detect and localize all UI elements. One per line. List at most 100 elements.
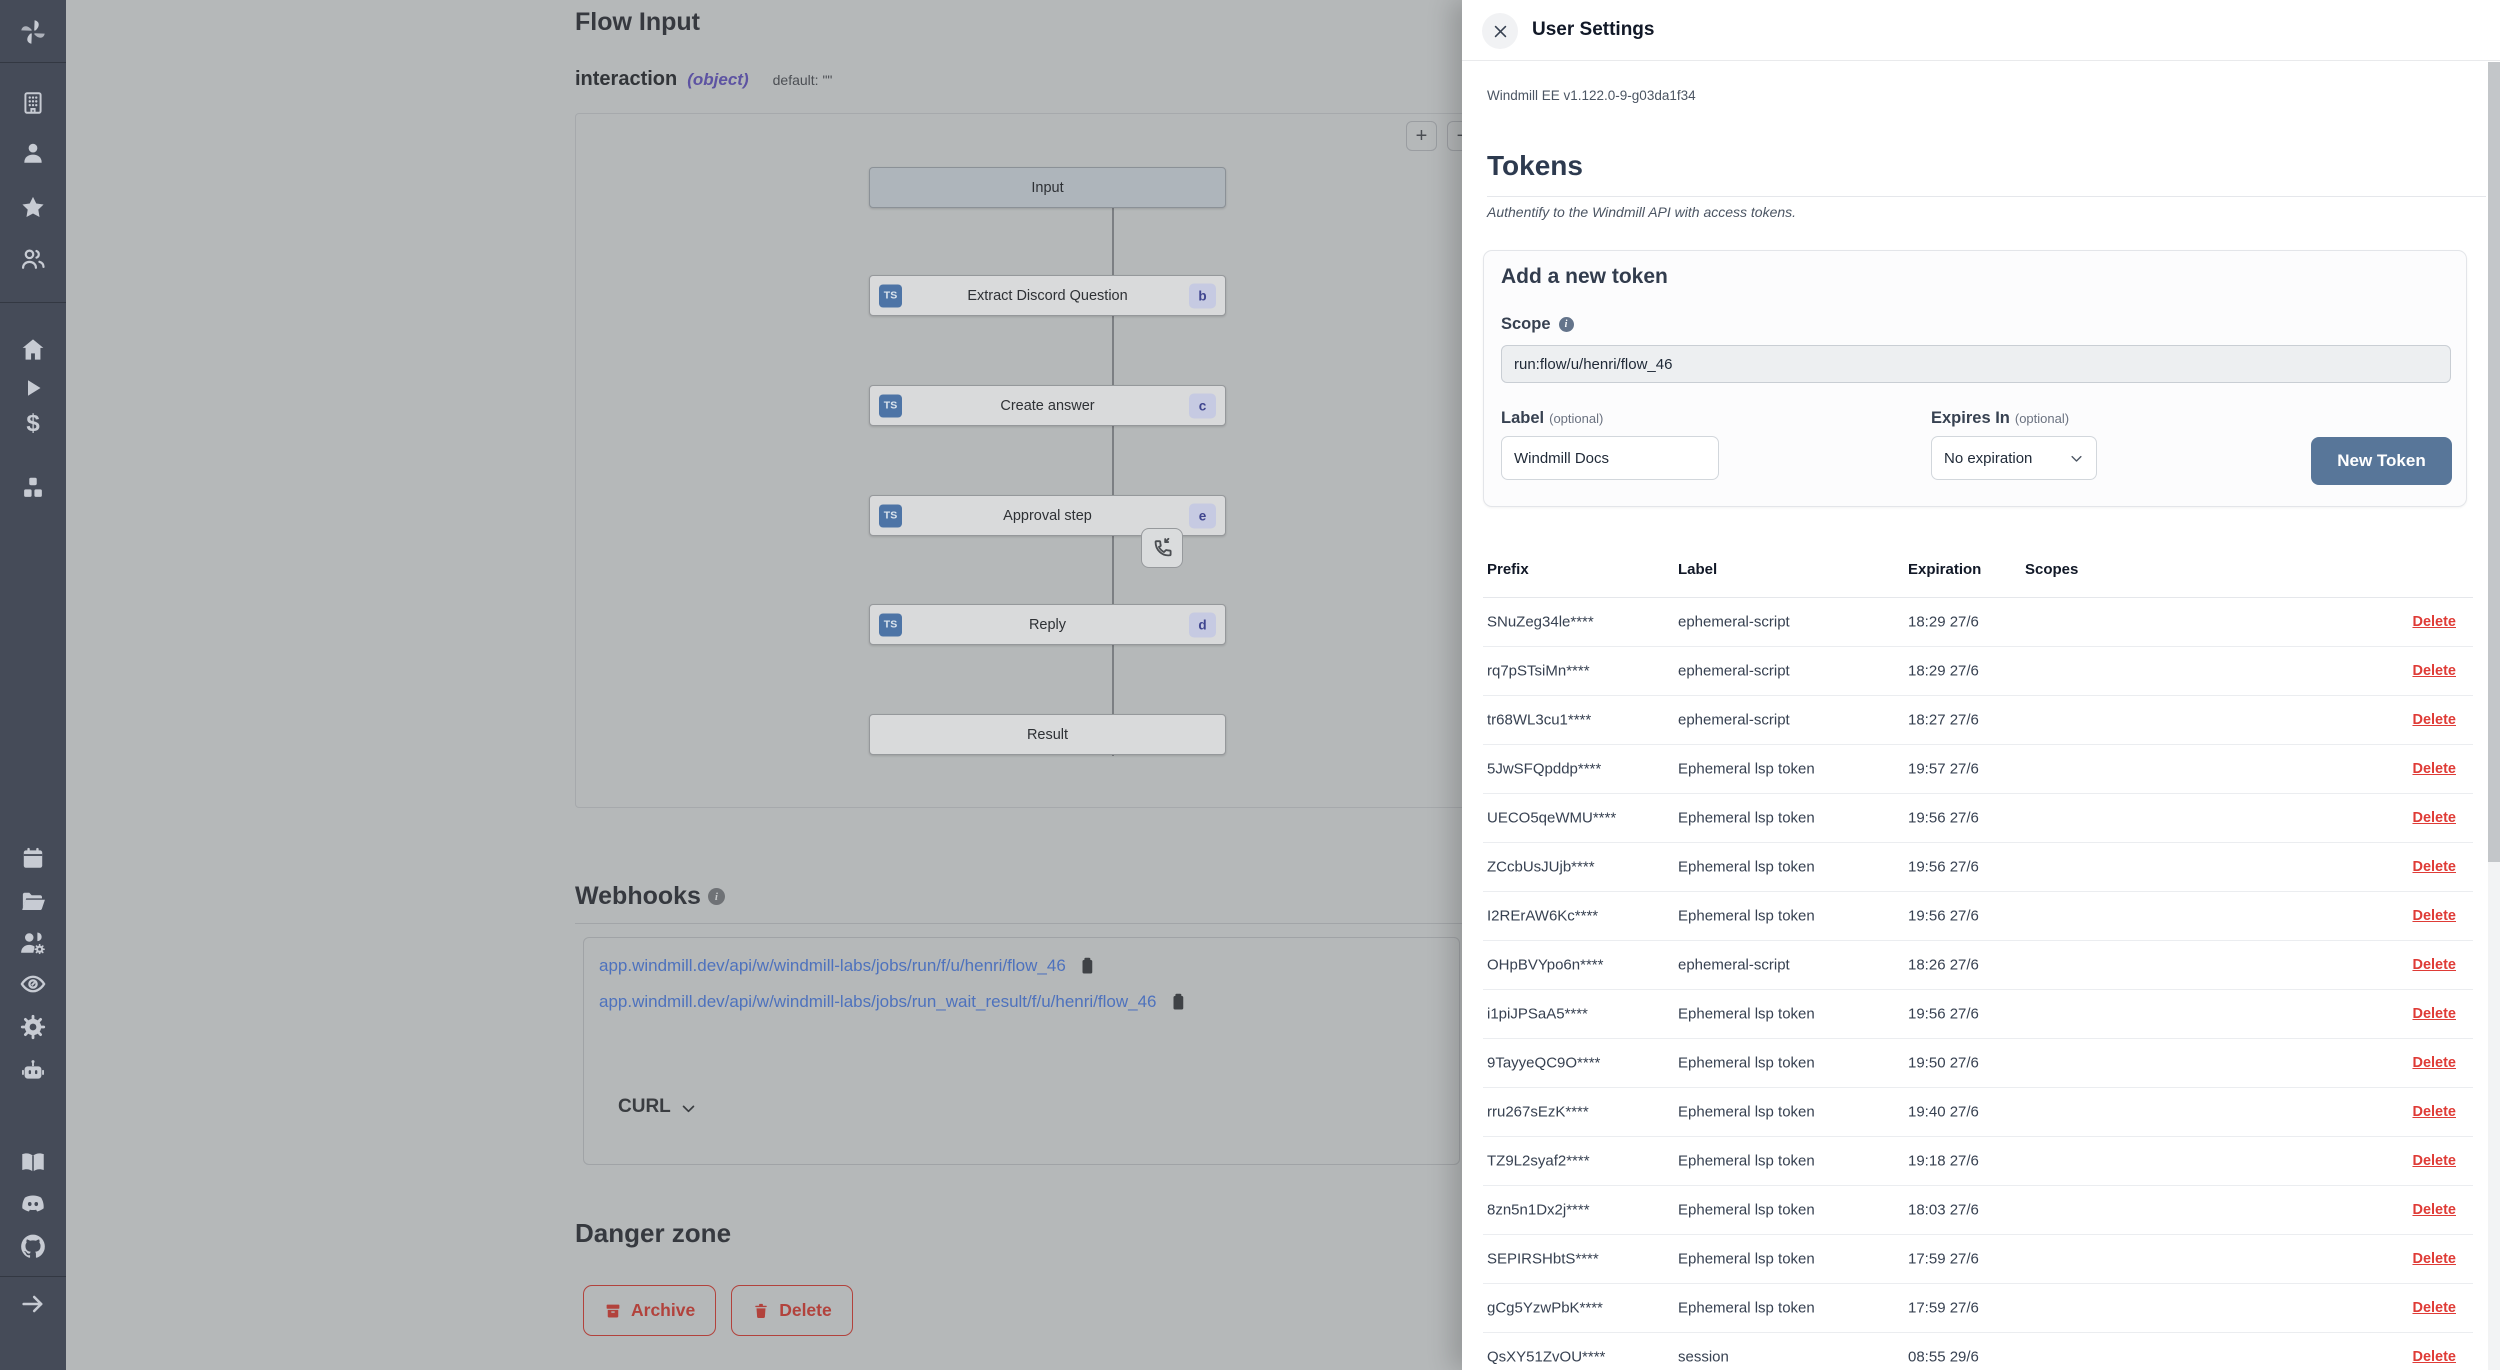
sidebar-folder-icon[interactable] [20, 888, 47, 915]
token-prefix: 8zn5n1Dx2j**** [1487, 1202, 1590, 1219]
sidebar-home-icon[interactable] [20, 336, 47, 363]
sidebar-users-gear-icon[interactable] [18, 928, 48, 958]
delete-token-link[interactable]: Delete [2412, 1153, 2456, 1169]
token-expiration: 19:56 27/6 [1908, 1006, 1979, 1023]
delete-token-link[interactable]: Delete [2412, 908, 2456, 924]
token-table-row: i1piJPSaA5**** Ephemeral lsp token 19:56… [1483, 990, 2473, 1039]
token-table-row: 9TayyeQC9O**** Ephemeral lsp token 19:50… [1483, 1039, 2473, 1088]
token-prefix: i1piJPSaA5**** [1487, 1006, 1588, 1023]
token-label: Ephemeral lsp token [1678, 1006, 1815, 1023]
sidebar-book-icon[interactable] [19, 1148, 47, 1176]
clipboard-icon[interactable] [1169, 993, 1187, 1011]
sidebar-play-icon[interactable] [21, 376, 45, 400]
expires-select[interactable]: No expiration [1931, 436, 2097, 480]
delete-token-link[interactable]: Delete [2412, 1055, 2456, 1071]
column-header-prefix: Prefix [1487, 561, 1529, 578]
windmill-logo-icon[interactable] [17, 16, 49, 48]
sidebar-user-icon[interactable] [20, 140, 46, 166]
clipboard-icon[interactable] [1078, 957, 1096, 975]
webhook-link-row: app.windmill.dev/api/w/windmill-labs/job… [599, 956, 1096, 976]
token-prefix: gCg5YzwPbK**** [1487, 1300, 1603, 1317]
delete-token-link[interactable]: Delete [2412, 761, 2456, 777]
token-table-row: UECO5qeWMU**** Ephemeral lsp token 19:56… [1483, 794, 2473, 843]
delete-token-link[interactable]: Delete [2412, 1300, 2456, 1316]
delete-flow-button[interactable]: Delete [731, 1285, 853, 1336]
delete-token-link[interactable]: Delete [2412, 712, 2456, 728]
token-prefix: I2RErAW6Kc**** [1487, 908, 1598, 925]
delete-token-link[interactable]: Delete [2412, 859, 2456, 875]
sidebar-gear-icon[interactable] [19, 1013, 47, 1041]
webhook-run-wait-result-link[interactable]: app.windmill.dev/api/w/windmill-labs/job… [599, 992, 1157, 1012]
flow-input-title: Flow Input [575, 8, 700, 37]
delete-token-link[interactable]: Delete [2412, 957, 2456, 973]
delete-token-link[interactable]: Delete [2412, 663, 2456, 679]
token-prefix: 5JwSFQpddp**** [1487, 761, 1601, 778]
sidebar-discord-icon[interactable] [19, 1190, 48, 1219]
scope-input[interactable] [1501, 345, 2451, 383]
node-label: Extract Discord Question [967, 288, 1127, 304]
divider [1487, 196, 2486, 197]
close-drawer-button[interactable] [1482, 13, 1518, 49]
sidebar-eye-icon[interactable] [19, 970, 47, 998]
column-header-expiration: Expiration [1908, 561, 1981, 578]
token-table-row: QsXY51ZvOU**** session 08:55 29/6 Delete [1483, 1333, 2473, 1370]
token-label: Ephemeral lsp token [1678, 1251, 1815, 1268]
token-expiration: 17:59 27/6 [1908, 1251, 1979, 1268]
tokens-section-subtitle: Authentify to the Windmill API with acce… [1487, 204, 1796, 220]
sidebar-github-icon[interactable] [19, 1232, 48, 1261]
sidebar-arrow-right-icon[interactable] [19, 1290, 47, 1318]
curl-toggle[interactable]: CURL [618, 1096, 697, 1118]
flow-connector-line [1112, 167, 1114, 756]
node-id-badge: b [1189, 283, 1216, 308]
flow-node-input[interactable]: Input [869, 167, 1226, 208]
typescript-badge: TS [879, 613, 902, 636]
sidebar-robot-icon[interactable] [19, 1057, 47, 1085]
token-table-row: ZCcbUsJUjb**** Ephemeral lsp token 19:56… [1483, 843, 2473, 892]
chevron-down-icon [680, 1100, 697, 1117]
token-prefix: TZ9L2syaf2**** [1487, 1153, 1590, 1170]
delete-token-link[interactable]: Delete [2412, 614, 2456, 630]
canvas-zoom-in-button[interactable]: + [1406, 121, 1437, 151]
label-field-label: Label [1501, 409, 1544, 427]
token-table-row: rru267sEzK**** Ephemeral lsp token 19:40… [1483, 1088, 2473, 1137]
delete-token-link[interactable]: Delete [2412, 1251, 2456, 1267]
sidebar-divider [0, 62, 66, 63]
flow-node-result[interactable]: Result [869, 714, 1226, 755]
sidebar-users-icon[interactable] [19, 245, 47, 273]
drawer-title: User Settings [1532, 19, 1654, 41]
token-prefix: rru267sEzK**** [1487, 1104, 1589, 1121]
token-expiration: 19:18 27/6 [1908, 1153, 1979, 1170]
danger-zone-actions: Archive Delete [583, 1285, 853, 1336]
expires-field-label: Expires In [1931, 409, 2010, 427]
trash-icon [752, 1302, 770, 1320]
expires-field-group: Expires In(optional) No expiration [1931, 409, 2097, 480]
sidebar-dollar-icon[interactable]: $ [26, 412, 39, 436]
sidebar-star-icon[interactable] [20, 194, 47, 221]
delete-token-link[interactable]: Delete [2412, 1202, 2456, 1218]
token-label: Ephemeral lsp token [1678, 1153, 1815, 1170]
sidebar-building-icon[interactable] [20, 90, 46, 116]
flow-node-extract-discord-question[interactable]: TSExtract Discord Questionb [869, 275, 1226, 316]
token-label-input[interactable] [1501, 436, 1719, 480]
token-expiration: 19:56 27/6 [1908, 810, 1979, 827]
delete-token-link[interactable]: Delete [2412, 1349, 2456, 1365]
token-table-row: tr68WL3cu1**** ephemeral-script 18:27 27… [1483, 696, 2473, 745]
delete-token-link[interactable]: Delete [2412, 1104, 2456, 1120]
sidebar-calendar-icon[interactable] [20, 845, 46, 871]
token-table-row: SNuZeg34le**** ephemeral-script 18:29 27… [1483, 598, 2473, 647]
flow-node-create-answer[interactable]: TSCreate answerc [869, 385, 1226, 426]
archive-flow-button[interactable]: Archive [583, 1285, 716, 1336]
delete-token-link[interactable]: Delete [2412, 1006, 2456, 1022]
node-label: Create answer [1000, 398, 1094, 414]
scrollbar-thumb[interactable] [2488, 62, 2500, 862]
schema-property-type: (object) [687, 70, 748, 90]
flow-node-reply[interactable]: TSReplyd [869, 604, 1226, 645]
new-token-button[interactable]: New Token [2311, 437, 2452, 485]
schema-property-row: interaction (object) default: "" [575, 68, 832, 91]
info-icon: i [708, 888, 725, 905]
delete-token-link[interactable]: Delete [2412, 810, 2456, 826]
token-label: Ephemeral lsp token [1678, 810, 1815, 827]
sidebar-cubes-icon[interactable] [19, 474, 47, 502]
token-label: Ephemeral lsp token [1678, 908, 1815, 925]
webhook-run-link[interactable]: app.windmill.dev/api/w/windmill-labs/job… [599, 956, 1066, 976]
